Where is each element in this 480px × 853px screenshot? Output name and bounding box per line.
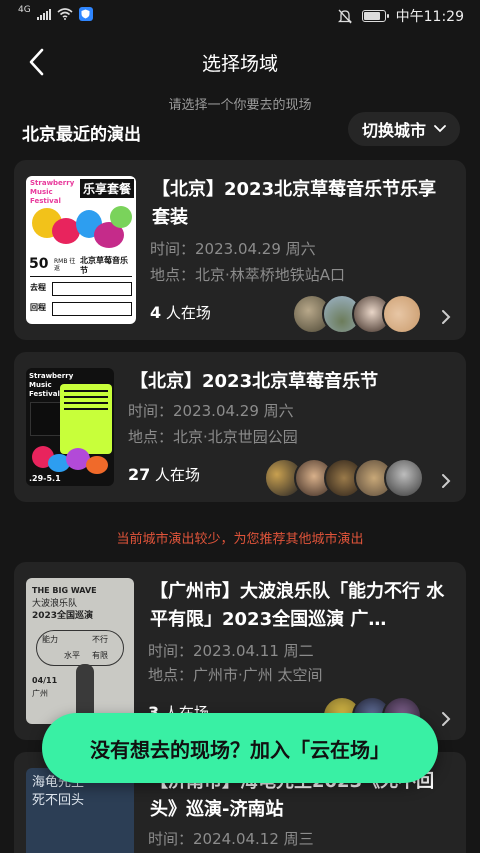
- event-time: 时间：2024.04.12 周三: [148, 830, 314, 848]
- poster-tag: 有限: [92, 651, 108, 660]
- chevron-down-icon: [434, 125, 446, 133]
- attendee-avatars: [264, 458, 424, 498]
- poster-brand: Strawberry Music Festival: [30, 179, 75, 205]
- poster-tag: 不行: [92, 635, 108, 644]
- event-card[interactable]: Strawberry Music Festival 乐享套餐 50 RMB 往返…: [14, 160, 466, 340]
- event-poster: Strawberry Music Festival .29-5.1: [26, 368, 114, 486]
- poster-blobs: [26, 204, 136, 256]
- poster-tag: 水平: [64, 651, 80, 660]
- poster-headline: 乐享套餐: [79, 179, 134, 198]
- attendee-suffix: 人在场: [165, 304, 211, 322]
- status-bar: 4G 中午11:29: [0, 0, 480, 32]
- poster-dates: .29-5.1: [29, 474, 61, 483]
- join-cloud-label: 没有想去的现场？加入「云在场」: [90, 737, 390, 762]
- avatar: [382, 294, 422, 334]
- recommend-notice: 当前城市演出较少，为您推荐其他城市演出: [116, 532, 364, 547]
- wifi-icon: [57, 8, 73, 20]
- poster-route-go: 去程: [30, 283, 46, 292]
- chevron-right-icon: [436, 306, 456, 328]
- status-time: 中午11:29: [395, 9, 464, 25]
- chevron-right-icon: [436, 470, 456, 492]
- battery-icon: [361, 10, 389, 22]
- event-time: 时间：2023.04.29 周六: [150, 240, 316, 258]
- poster-subtitle: 北京草莓音乐节: [80, 256, 128, 275]
- avatar: [384, 458, 424, 498]
- poster-price: 50: [29, 256, 49, 272]
- mute-icon: [337, 9, 352, 23]
- poster-title-en: THE BIG WAVE: [32, 586, 97, 595]
- switch-city-label: 切换城市: [361, 121, 426, 140]
- section-title: 北京最近的演出: [22, 125, 141, 145]
- event-title: 【广州市】大波浪乐队「能力不行 水平有限」2023全国巡演 广…: [150, 581, 445, 630]
- poster-tag: 能力: [42, 635, 58, 644]
- attendee-count: 4 人在场: [150, 302, 211, 323]
- event-poster: THE BIG WAVE 大波浪乐队 2023全国巡演 能力 不行 水平 有限 …: [26, 578, 134, 724]
- event-time: 时间：2023.04.29 周六: [128, 402, 294, 420]
- attendee-avatars: [292, 294, 422, 334]
- poster-city: 广州: [32, 689, 48, 698]
- shield-icon: [78, 7, 93, 21]
- event-title: 【北京】2023北京草莓音乐节: [130, 371, 379, 392]
- attendee-number: 27: [128, 465, 151, 484]
- attendee-suffix: 人在场: [155, 466, 201, 484]
- event-place: 地点：广州市·广州 太空间: [148, 666, 323, 684]
- page-subtitle: 请选择一个你要去的现场: [168, 98, 312, 113]
- poster-route-back: 回程: [30, 303, 46, 312]
- event-time: 时间：2023.04.11 周二: [148, 642, 314, 660]
- event-place: 地点：北京·北京世园公园: [128, 428, 298, 446]
- event-card[interactable]: Strawberry Music Festival .29-5.1 【北京】20…: [14, 352, 466, 502]
- poster-tour: 2023全国巡演: [32, 611, 94, 621]
- event-poster: Strawberry Music Festival 乐享套餐 50 RMB 往返…: [26, 176, 136, 324]
- page-title: 选择场域: [201, 53, 278, 75]
- join-cloud-button[interactable]: 没有想去的现场？加入「云在场」: [42, 713, 438, 783]
- chevron-right-icon: [436, 708, 456, 730]
- attendee-count: 27 人在场: [128, 464, 200, 485]
- event-place: 地点：北京·林萃桥地铁站A口: [150, 266, 346, 284]
- poster-price-unit: RMB 往返: [54, 258, 76, 272]
- network-label: 4G: [18, 4, 31, 15]
- event-title: 【北京】2023北京草莓音乐节乐享套装: [152, 179, 437, 228]
- signal-icon: [36, 8, 51, 20]
- poster-date: 04/11: [32, 676, 58, 685]
- switch-city-button[interactable]: 切换城市: [348, 112, 460, 146]
- attendee-number: 4: [150, 303, 162, 322]
